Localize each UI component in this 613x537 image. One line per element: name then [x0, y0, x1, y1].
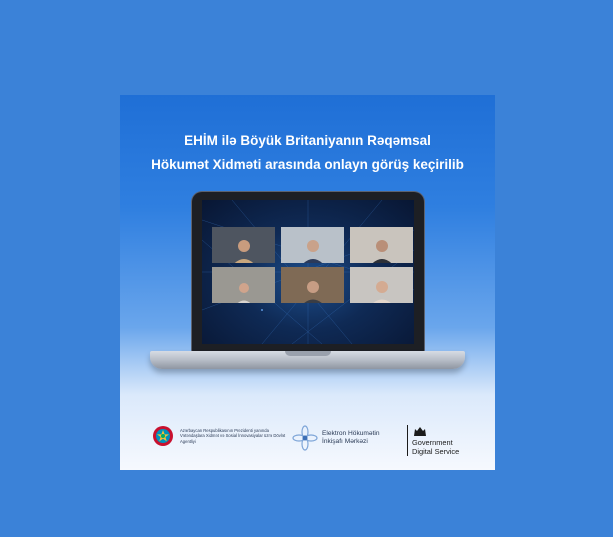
ehim-name-line-1: Elektron Hökumətin	[322, 429, 380, 437]
az-agency-logo: Azərbaycan Respublikasının Prezidenti ya…	[152, 425, 290, 447]
laptop-screen	[202, 200, 414, 344]
gds-inner: Government Digital Service	[412, 425, 459, 456]
video-tile-6[interactable]	[350, 267, 413, 303]
laptop-lid	[192, 192, 424, 352]
royal-crest-icon	[414, 427, 426, 436]
page-canvas: EHİM ilə Böyük Britaniyanın Rəqəmsal Hök…	[0, 0, 613, 537]
participant-avatar	[237, 283, 250, 303]
az-agency-name: Azərbaycan Respublikasının Prezidenti ya…	[180, 428, 286, 444]
az-emblem-icon	[153, 426, 173, 446]
gds-name-line-2: Digital Service	[412, 446, 460, 456]
video-tile-5[interactable]	[281, 267, 344, 303]
announcement-card: EHİM ilə Böyük Britaniyanın Rəqəmsal Hök…	[120, 95, 495, 470]
ehim-name: Elektron Hökumətin İnkişafı Mərkəzi	[322, 430, 380, 447]
gds-block: Government Digital Service	[407, 425, 459, 457]
video-tile-2[interactable]	[281, 227, 344, 263]
gds-logo: Government Digital Service	[407, 425, 459, 457]
ehim-name-line-2: İnkişafı Mərkəzi	[322, 438, 368, 445]
headline-line-1: EHİM ilə Böyük Britaniyanın Rəqəmsal	[184, 133, 431, 148]
video-tile-1[interactable]	[212, 227, 275, 263]
video-tile-4[interactable]	[212, 267, 275, 303]
headline: EHİM ilə Böyük Britaniyanın Rəqəmsal Hök…	[120, 129, 495, 177]
laptop-base	[150, 351, 465, 369]
participant-avatar	[303, 281, 322, 303]
laptop-notch	[284, 351, 331, 356]
participant-avatar	[372, 281, 391, 303]
gds-divider	[407, 425, 408, 457]
ehim-logo: Elektron Hökumətin İnkişafı Mərkəzi	[292, 425, 380, 451]
participant-avatar	[372, 240, 391, 263]
headline-line-2: Hökumət Xidməti arasında onlayn görüş ke…	[151, 157, 464, 172]
video-tile-3[interactable]	[350, 227, 413, 263]
participant-avatar	[234, 240, 253, 263]
ehim-flower-icon	[292, 425, 318, 451]
participant-avatar	[303, 240, 322, 263]
